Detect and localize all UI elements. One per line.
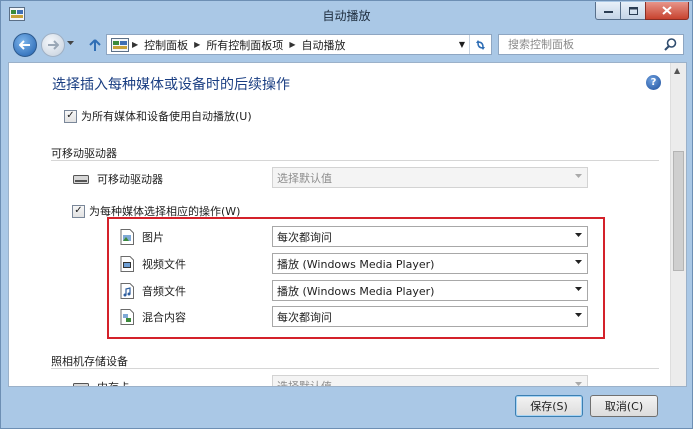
search-icon[interactable]: [664, 38, 677, 51]
save-button[interactable]: 保存(S): [515, 395, 583, 417]
memory-card-row: 内存卡: [73, 379, 130, 386]
title-bar: 自动播放: [1, 1, 692, 29]
memory-card-icon: [73, 382, 89, 386]
chevron-down-icon: [575, 174, 582, 178]
search-input[interactable]: [499, 35, 659, 54]
refresh-button[interactable]: [469, 35, 491, 54]
cancel-button[interactable]: 取消(C): [590, 395, 658, 417]
vertical-scrollbar[interactable]: ▲: [670, 63, 686, 386]
search-box[interactable]: [498, 34, 684, 55]
highlight-annotation: [107, 217, 605, 339]
forward-button[interactable]: [41, 33, 65, 57]
chevron-down-icon: [575, 382, 582, 386]
memory-card-label: 内存卡: [97, 379, 130, 386]
memory-card-default-value: 选择默认值: [277, 379, 332, 387]
section-divider: [51, 160, 659, 161]
maximize-button[interactable]: [620, 2, 646, 20]
page-title: 选择插入每种媒体或设备时的后续操作: [52, 77, 290, 93]
minimize-icon: [603, 10, 613, 13]
forward-arrow-icon: [48, 40, 59, 50]
back-arrow-icon: [19, 40, 30, 50]
use-autoplay-all-checkbox[interactable]: ✓: [64, 109, 77, 123]
control-panel-icon: [111, 37, 129, 52]
breadcrumb-separator-icon[interactable]: ▶: [129, 40, 141, 49]
breadcrumb-separator-icon[interactable]: ▶: [286, 40, 298, 49]
up-arrow-icon: [89, 38, 101, 51]
scrollbar-thumb[interactable]: [673, 151, 684, 271]
removable-drives-section-title: 可移动驱动器: [51, 147, 117, 160]
window-title: 自动播放: [322, 9, 371, 23]
breadcrumb-separator-icon[interactable]: ▶: [191, 40, 203, 49]
removable-drive-label: 可移动驱动器: [97, 173, 163, 186]
recent-pages-dropdown-icon[interactable]: [67, 41, 74, 45]
content-panel: ? 选择插入每种媒体或设备时的后续操作 ✓ 为所有媒体和设备使用自动播放(U) …: [8, 62, 687, 387]
removable-drive-icon: [73, 174, 89, 184]
close-icon: [662, 6, 672, 15]
memory-card-default-select[interactable]: 选择默认值: [272, 375, 588, 387]
address-dropdown-icon[interactable]: ▼: [459, 40, 465, 49]
maximize-icon: [628, 6, 638, 15]
up-button[interactable]: [87, 37, 103, 53]
back-button[interactable]: [13, 33, 37, 57]
section-divider: [51, 368, 659, 369]
help-icon[interactable]: ?: [646, 75, 661, 90]
minimize-button[interactable]: [595, 2, 621, 20]
close-button[interactable]: [645, 2, 689, 20]
breadcrumb-autoplay[interactable]: 自动播放: [298, 35, 348, 54]
use-autoplay-all-label[interactable]: 为所有媒体和设备使用自动播放(U): [81, 108, 252, 124]
camera-storage-section-title: 照相机存储设备: [51, 355, 128, 368]
removable-drive-default-select[interactable]: 选择默认值: [272, 167, 588, 188]
refresh-icon: [476, 39, 485, 50]
per-media-checkbox[interactable]: ✓: [72, 204, 85, 218]
use-autoplay-all-row[interactable]: ✓ 为所有媒体和设备使用自动播放(U): [64, 108, 252, 124]
breadcrumb-control-panel[interactable]: 控制面板: [141, 35, 191, 54]
button-bar: 保存(S) 取消(C): [1, 388, 692, 428]
removable-drive-row: 可移动驱动器: [73, 171, 163, 187]
scroll-up-icon[interactable]: ▲: [674, 66, 680, 75]
breadcrumb-all-items[interactable]: 所有控制面板项: [203, 35, 286, 54]
removable-drive-default-value: 选择默认值: [277, 171, 332, 185]
address-bar[interactable]: ▶ 控制面板 ▶ 所有控制面板项 ▶ 自动播放 ▼: [106, 34, 492, 55]
autoplay-window: 自动播放 ▶ 控制面板 ▶ 所有控制面板项 ▶ 自动播放 ▼ 搜索控制面板 ? …: [0, 0, 693, 429]
navigation-bar: ▶ 控制面板 ▶ 所有控制面板项 ▶ 自动播放 ▼: [1, 29, 692, 61]
